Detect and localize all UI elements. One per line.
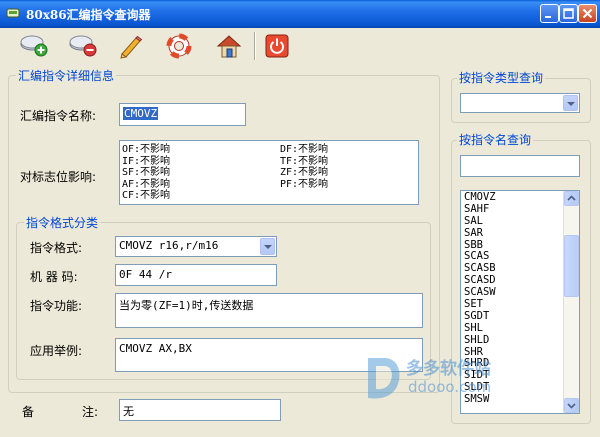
list-item[interactable]: SHLD — [461, 334, 579, 347]
name-value: CMOVZ — [123, 107, 159, 120]
remark-value: 无 — [123, 405, 134, 418]
app-icon — [6, 8, 20, 18]
home-icon — [216, 35, 242, 58]
pencil-icon — [120, 35, 143, 59]
remark-field[interactable]: 无 — [119, 399, 281, 421]
close-icon — [582, 8, 593, 19]
flag-cf: CF:不影响 — [122, 190, 171, 201]
toolbar-separator — [254, 32, 256, 60]
flag-if: IF:不影响 — [122, 155, 171, 167]
flag-sf: SF:不影响 — [122, 167, 171, 178]
lifebuoy-icon — [166, 33, 192, 59]
app-window: 80x86汇编指令查询器 汇编指令详细信息 汇编指令名称: CMOVZ 对标志位… — [0, 0, 600, 437]
list-item[interactable]: SAR — [461, 227, 579, 240]
watermark-url: ddooo.com — [408, 378, 492, 396]
maximize-button[interactable] — [559, 4, 578, 23]
list-item[interactable]: SHL — [461, 322, 579, 335]
flag-af: AF:不影响 — [122, 178, 171, 190]
remark-label-left: 备 — [22, 405, 35, 419]
flags-field[interactable]: OF:不影响 DF:不影响 IF:不影响 TF:不影响 SF:不影响 ZF:不影… — [119, 140, 419, 205]
function-label: 指令功能: — [30, 299, 83, 313]
watermark: 多多软件站 ddooo.com — [362, 348, 532, 408]
minimize-icon — [545, 16, 551, 18]
close-button[interactable] — [578, 4, 597, 23]
scroll-down-button[interactable] — [564, 398, 579, 413]
title-bar[interactable]: 80x86汇编指令查询器 — [0, 0, 600, 28]
example-label: 应用举例: — [30, 344, 83, 358]
list-scrollbar[interactable] — [563, 191, 579, 413]
chevron-up-icon — [567, 195, 576, 201]
code-label: 机 器 码: — [30, 270, 78, 284]
toolbar — [0, 28, 600, 64]
window-title: 80x86汇编指令查询器 — [26, 8, 151, 22]
code-value: 0F 44 /r — [119, 268, 172, 281]
type-select[interactable] — [460, 93, 580, 113]
chevron-down-icon[interactable] — [260, 238, 275, 255]
maximize-icon — [563, 8, 574, 19]
flag-df: DF:不影响 — [280, 144, 329, 155]
flag-tf: TF:不影响 — [280, 155, 329, 167]
code-field[interactable]: 0F 44 /r — [115, 264, 277, 286]
add-button[interactable] — [17, 30, 51, 62]
format-value: CMOVZ r16,r/m16 — [119, 239, 219, 252]
function-field[interactable]: 当为零(ZF=1)时,传送数据 — [115, 293, 423, 328]
chevron-down-icon[interactable] — [563, 95, 578, 111]
example-value: CMOVZ AX,BX — [119, 342, 192, 355]
help-button[interactable] — [163, 30, 197, 62]
type-query-legend: 按指令类型查询 — [457, 69, 546, 86]
add-disk-icon — [20, 35, 48, 57]
format-select[interactable]: CMOVZ r16,r/m16 — [115, 236, 277, 257]
remove-button[interactable] — [66, 30, 100, 62]
remove-disk-icon — [69, 35, 97, 57]
flag-of: OF:不影响 — [122, 144, 171, 155]
format-label: 指令格式: — [30, 241, 83, 255]
detail-legend: 汇编指令详细信息 — [16, 67, 117, 84]
edit-button[interactable] — [112, 30, 146, 62]
flag-zf: ZF:不影响 — [280, 167, 329, 178]
chevron-down-icon — [567, 403, 576, 409]
watermark-logo-icon — [368, 358, 400, 399]
name-field[interactable]: CMOVZ — [119, 103, 246, 126]
list-item[interactable]: SAL — [461, 215, 579, 228]
list-item[interactable]: SGDT — [461, 310, 579, 323]
list-item[interactable]: SAHF — [461, 203, 579, 216]
power-icon — [265, 34, 289, 58]
name-search-input[interactable] — [460, 155, 580, 177]
flags-label: 对标志位影响: — [20, 170, 97, 184]
exit-button[interactable] — [261, 30, 295, 62]
flag-pf: PF:不影响 — [280, 178, 329, 190]
name-label: 汇编指令名称: — [20, 109, 97, 123]
function-value: 当为零(ZF=1)时,传送数据 — [119, 299, 254, 312]
watermark-text: 多多软件站 — [406, 359, 491, 379]
scroll-thumb[interactable] — [564, 235, 579, 297]
scroll-up-button[interactable] — [564, 191, 579, 206]
format-legend: 指令格式分类 — [24, 214, 101, 231]
home-button[interactable] — [212, 30, 246, 62]
name-query-legend: 按指令名查询 — [457, 131, 534, 148]
minimize-button[interactable] — [540, 4, 559, 23]
remark-label-right: 注: — [82, 405, 99, 419]
